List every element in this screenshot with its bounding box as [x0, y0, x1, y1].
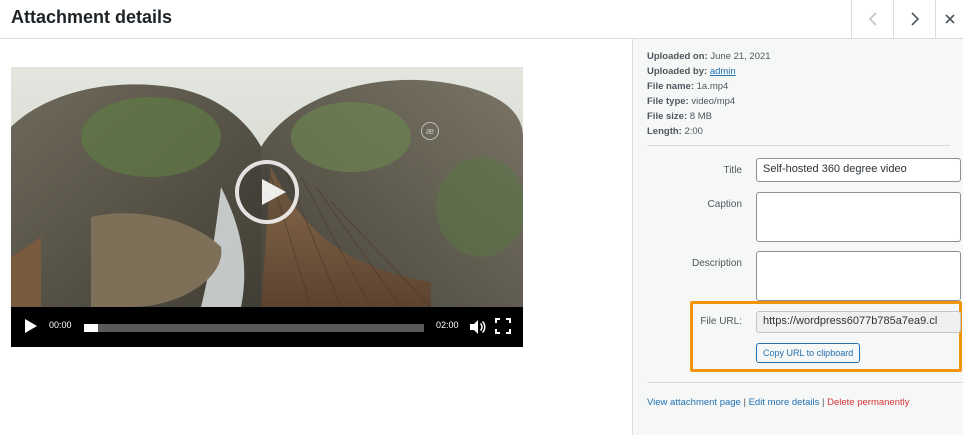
modal-header: Attachment details — [0, 0, 963, 39]
uploader-link[interactable]: admin — [710, 66, 736, 77]
close-icon — [944, 14, 955, 24]
fullscreen-icon[interactable] — [495, 318, 511, 334]
duration: 02:00 — [436, 320, 459, 330]
delete-permanently-link[interactable]: Delete permanently — [827, 397, 909, 408]
file-name: File name: 1a.mp4 — [647, 79, 771, 94]
media-preview-pane: æ 00:00 02:00 — [0, 39, 632, 435]
file-details: Uploaded on: June 21, 2021 Uploaded by: … — [647, 49, 771, 139]
copy-url-button[interactable]: Copy URL to clipboard — [756, 343, 861, 363]
chevron-left-icon — [868, 12, 877, 26]
details-divider — [647, 145, 950, 146]
volume-icon[interactable] — [468, 318, 486, 336]
next-button[interactable] — [893, 0, 935, 38]
view-attachment-link[interactable]: View attachment page — [647, 397, 741, 408]
file-size: File size: 8 MB — [647, 109, 771, 124]
play-icon[interactable] — [25, 319, 37, 333]
previous-button[interactable] — [851, 0, 893, 38]
video-watermark: æ — [421, 122, 439, 140]
caption-field[interactable] — [756, 192, 961, 242]
modal-title: Attachment details — [11, 7, 173, 27]
description-field[interactable] — [756, 251, 961, 301]
file-name-label: File name: — [647, 81, 694, 92]
chevron-right-icon — [910, 12, 919, 26]
file-size-value: 8 MB — [689, 111, 712, 122]
attachment-actions: View attachment page | Edit more details… — [647, 397, 910, 408]
edit-details-link[interactable]: Edit more details — [749, 397, 820, 408]
length-label: Length: — [647, 126, 682, 137]
file-url-label: File URL: — [700, 316, 742, 327]
actions-separator: | — [819, 397, 828, 408]
uploaded-on-value: June 21, 2021 — [710, 51, 771, 62]
uploaded-on-label: Uploaded on: — [647, 51, 708, 62]
uploaded-by-label: Uploaded by: — [647, 66, 708, 77]
length-value: 2:00 — [684, 126, 703, 137]
file-url-field[interactable]: https://wordpress6077b785a7ea9.cl — [756, 311, 961, 333]
file-length: Length: 2:00 — [647, 124, 771, 139]
file-size-label: File size: — [647, 111, 688, 122]
caption-label: Caption — [707, 199, 742, 210]
file-type-label: File type: — [647, 96, 689, 107]
progress-rail[interactable] — [84, 324, 424, 332]
description-label: Description — [691, 258, 742, 269]
file-type-value: video/mp4 — [691, 96, 736, 107]
attachment-sidebar: Uploaded on: June 21, 2021 Uploaded by: … — [632, 39, 963, 435]
current-time: 00:00 — [49, 320, 72, 330]
uploaded-on: Uploaded on: June 21, 2021 — [647, 49, 771, 64]
video-frame[interactable]: æ — [11, 67, 523, 307]
title-field[interactable]: Self-hosted 360 degree video — [756, 158, 961, 182]
title-label: Title — [723, 165, 742, 176]
progress-fill — [84, 324, 98, 332]
actions-separator: | — [740, 397, 749, 408]
close-button[interactable] — [935, 0, 963, 38]
video-controls: 00:00 02:00 — [11, 307, 523, 347]
file-name-value: 1a.mp4 — [696, 81, 729, 92]
uploaded-by: Uploaded by: admin — [647, 64, 771, 79]
big-play-button[interactable] — [235, 160, 299, 224]
file-type: File type: video/mp4 — [647, 94, 771, 109]
actions-divider — [647, 382, 963, 383]
